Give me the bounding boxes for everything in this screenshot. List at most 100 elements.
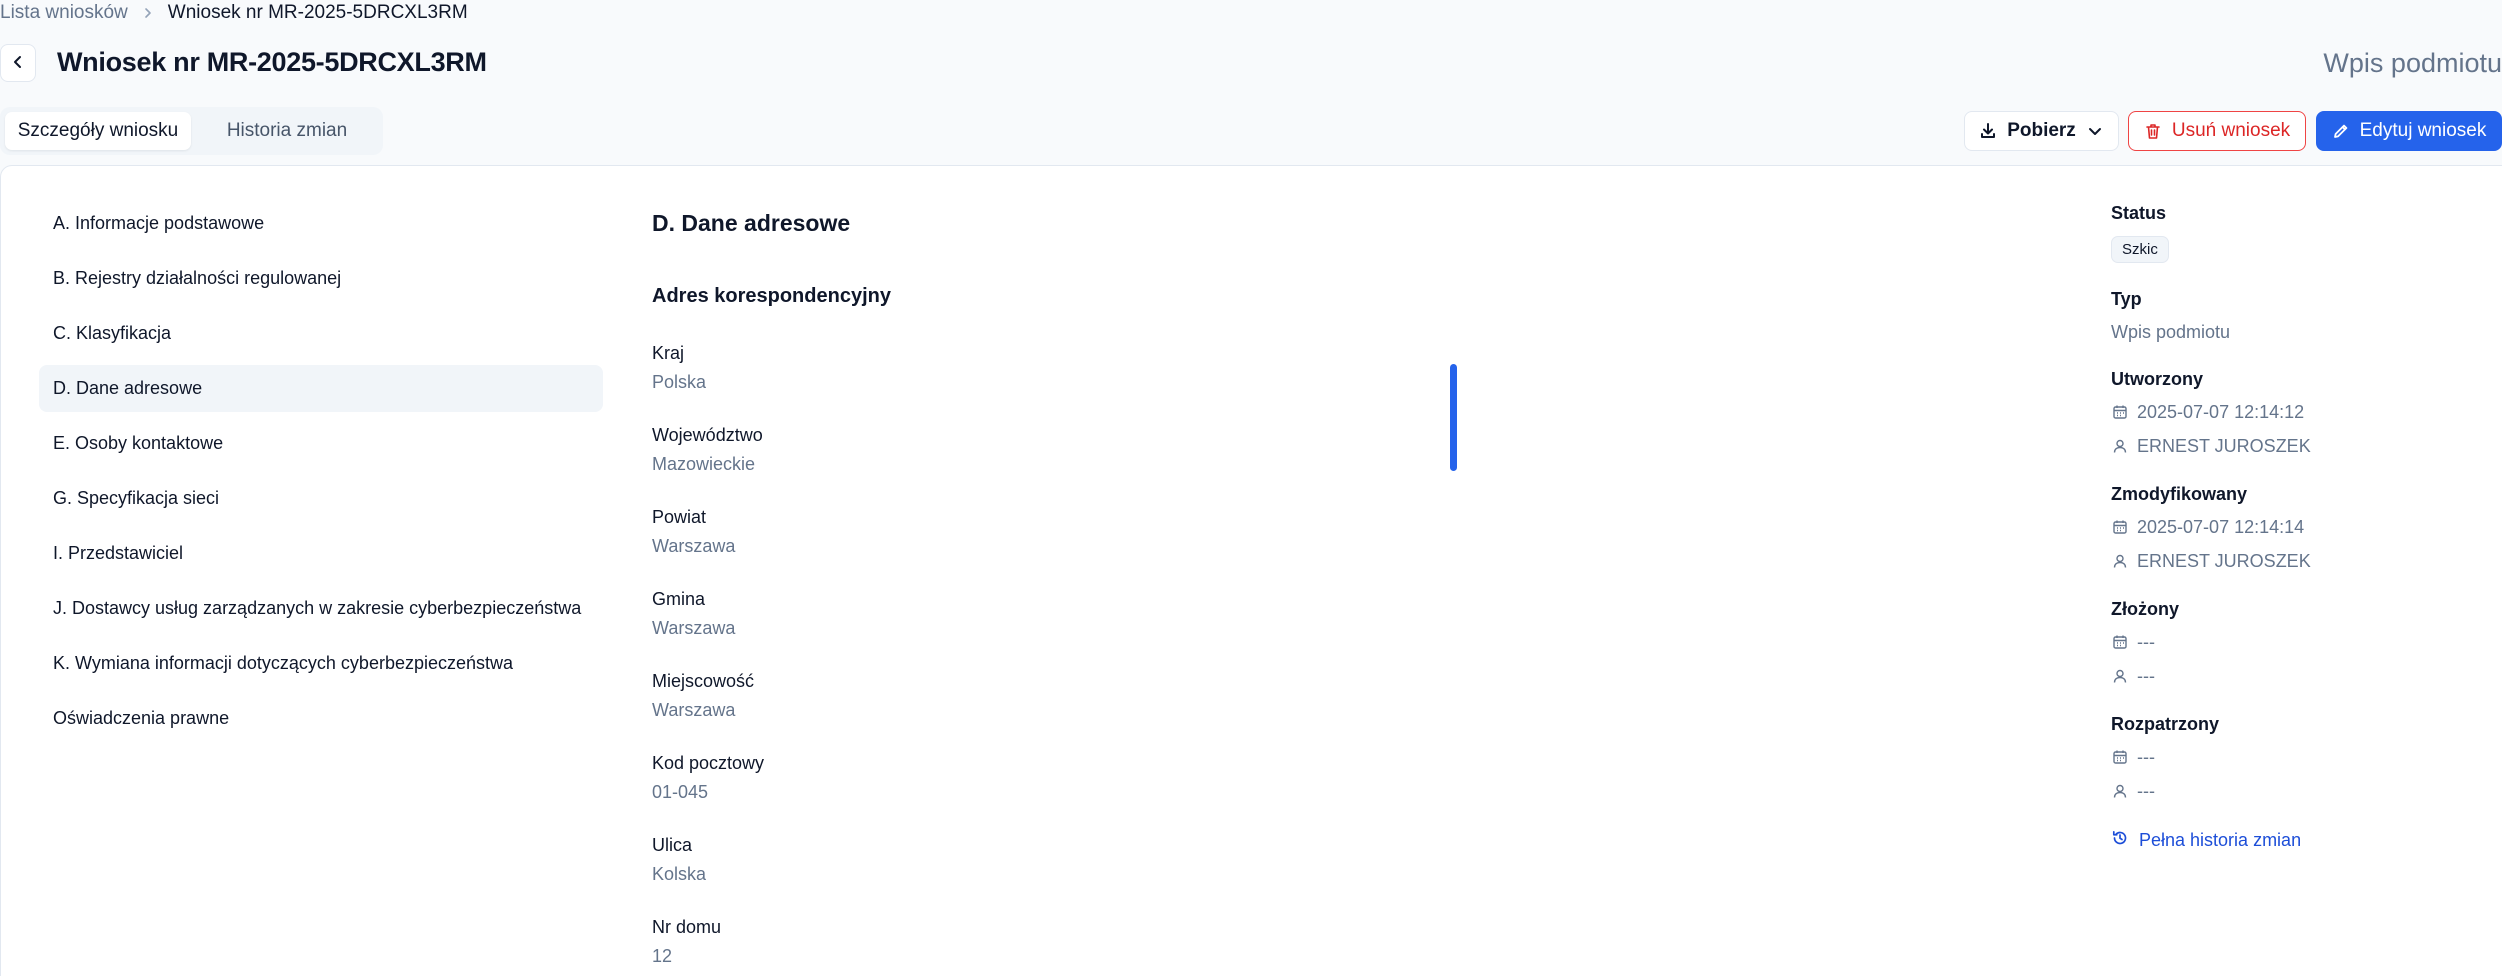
full-history-link[interactable]: Pełna historia zmian	[2111, 829, 2471, 852]
tab-history[interactable]: Historia zmian	[197, 112, 377, 150]
history-icon	[2111, 829, 2129, 852]
breadcrumb: Lista wniosków Wniosek nr MR-2025-5DRCXL…	[0, 0, 468, 26]
section-content: D. Dane adresowe Adres korespondencyjny …	[652, 210, 1452, 976]
reviewed-label: Rozpatrzony	[2111, 714, 2219, 734]
field-house-number: Nr domu 12	[652, 917, 1452, 976]
type-group: Typ Wpis podmiotu	[2111, 289, 2471, 343]
reviewed-user-row: ---	[2111, 779, 2471, 803]
modified-user-row: ERNEST JUROSZEK	[2111, 549, 2471, 573]
field-street: Ulica Kolska	[652, 835, 1452, 917]
reviewed-group: Rozpatrzony --- ---	[2111, 714, 2471, 803]
calendar-icon	[2111, 519, 2129, 535]
reviewed-date-row: ---	[2111, 745, 2471, 769]
field-city: Miejscowość Warszawa	[652, 671, 1452, 753]
back-button[interactable]	[0, 44, 36, 82]
breadcrumb-current: Wniosek nr MR-2025-5DRCXL3RM	[167, 2, 468, 23]
field-value: Mazowieckie	[652, 454, 756, 474]
section-nav-item-b[interactable]: B. Rejestry działalności regulowanej	[39, 255, 603, 302]
download-button-label: Pobierz	[2007, 120, 2076, 141]
field-label: Województwo	[652, 425, 763, 445]
reviewed-user: ---	[2137, 780, 2155, 801]
field-label: Ulica	[652, 835, 693, 855]
section-nav-item-d[interactable]: D. Dane adresowe	[39, 365, 603, 412]
status-label: Status	[2111, 203, 2167, 223]
modified-date: 2025-07-07 12:14:14	[2137, 516, 2305, 537]
calendar-icon	[2111, 749, 2129, 765]
section-title: D. Dane adresowe	[652, 210, 851, 236]
delete-application-button[interactable]: Usuń wniosek	[2128, 111, 2306, 151]
section-nav-item-i[interactable]: I. Przedstawiciel	[39, 530, 603, 577]
tab-details[interactable]: Szczegóły wniosku	[5, 112, 191, 150]
download-icon	[1979, 122, 1997, 140]
field-postal-code: Kod pocztowy 01-045	[652, 753, 1452, 835]
page-title: Wniosek nr MR-2025-5DRCXL3RM	[57, 47, 487, 77]
edit-application-button[interactable]: Edytuj wniosek	[2316, 111, 2502, 151]
section-nav: A. Informacje podstawowe B. Rejestry dzi…	[39, 200, 603, 750]
field-label: Kod pocztowy	[652, 753, 765, 773]
section-nav-item-a[interactable]: A. Informacje podstawowe	[39, 200, 603, 247]
page: Lista wniosków Wniosek nr MR-2025-5DRCXL…	[0, 0, 2502, 976]
modified-date-row: 2025-07-07 12:14:14	[2111, 515, 2471, 539]
created-label: Utworzony	[2111, 369, 2203, 389]
user-icon	[2111, 783, 2129, 799]
metadata-panel: Status Szkic Typ Wpis podmiotu Utworzony…	[2111, 203, 2471, 852]
field-value: 01-045	[652, 782, 709, 802]
created-user: ERNEST JUROSZEK	[2137, 435, 2311, 456]
created-date: 2025-07-07 12:14:12	[2137, 401, 2305, 422]
delete-button-label: Usuń wniosek	[2171, 120, 2291, 141]
submitted-user-row: ---	[2111, 664, 2471, 688]
field-label: Powiat	[652, 507, 707, 527]
user-icon	[2111, 438, 2129, 454]
user-icon	[2111, 553, 2129, 569]
section-nav-item-e[interactable]: E. Osoby kontaktowe	[39, 420, 603, 467]
created-group: Utworzony 2025-07-07 12:14:12 ERNEST JUR…	[2111, 369, 2471, 458]
edit-button-label: Edytuj wniosek	[2359, 120, 2487, 141]
field-label: Kraj	[652, 343, 685, 363]
submitted-user: ---	[2137, 665, 2155, 686]
section-nav-item-k[interactable]: K. Wymiana informacji dotyczących cyberb…	[39, 640, 603, 687]
calendar-icon	[2111, 404, 2129, 420]
breadcrumb-link-list[interactable]: Lista wniosków	[0, 2, 128, 24]
chevron-down-icon	[2086, 122, 2104, 140]
created-user-row: ERNEST JUROSZEK	[2111, 434, 2471, 458]
download-button[interactable]: Pobierz	[1964, 111, 2119, 151]
section-nav-item-g[interactable]: G. Specyfikacja sieci	[39, 475, 603, 522]
user-icon	[2111, 668, 2129, 684]
submitted-date: ---	[2137, 631, 2155, 652]
created-date-row: 2025-07-07 12:14:12	[2111, 400, 2471, 424]
submitted-date-row: ---	[2111, 630, 2471, 654]
status-group: Status Szkic	[2111, 203, 2471, 263]
type-label: Typ	[2111, 289, 2142, 309]
section-nav-item-c[interactable]: C. Klasyfikacja	[39, 310, 603, 357]
field-voivodeship: Województwo Mazowieckie	[652, 425, 1452, 507]
reviewed-date: ---	[2137, 746, 2155, 767]
address-fields: Kraj Polska Województwo Mazowieckie Powi…	[652, 343, 1452, 976]
field-label: Nr domu	[652, 917, 722, 937]
scrollbar-thumb[interactable]	[1450, 364, 1457, 471]
section-nav-item-j[interactable]: J. Dostawcy usług zarządzanych w zakresi…	[39, 585, 603, 632]
type-value: Wpis podmiotu	[2111, 322, 2231, 342]
pencil-icon	[2332, 122, 2350, 140]
field-value: Warszawa	[652, 536, 736, 556]
field-label: Miejscowość	[652, 671, 755, 691]
tab-list: Szczegóły wniosku Historia zmian	[0, 107, 383, 155]
field-value: 12	[652, 946, 673, 966]
field-label: Gmina	[652, 589, 706, 609]
field-value: Warszawa	[652, 618, 736, 638]
status-badge: Szkic	[2111, 236, 2169, 263]
trash-icon	[2144, 122, 2162, 140]
field-municipality: Gmina Warszawa	[652, 589, 1452, 671]
field-value: Polska	[652, 372, 707, 392]
submitted-group: Złożony --- ---	[2111, 599, 2471, 688]
subsection-title: Adres korespondencyjny	[652, 285, 891, 307]
section-nav-item-legal[interactable]: Oświadczenia prawne	[39, 695, 603, 742]
chevron-left-icon	[10, 54, 26, 73]
field-county: Powiat Warszawa	[652, 507, 1452, 589]
field-value: Warszawa	[652, 700, 736, 720]
modified-label: Zmodyfikowany	[2111, 484, 2248, 504]
chevron-right-icon	[142, 7, 154, 19]
modified-user: ERNEST JUROSZEK	[2137, 550, 2311, 571]
calendar-icon	[2111, 634, 2129, 650]
field-country: Kraj Polska	[652, 343, 1452, 425]
modified-group: Zmodyfikowany 2025-07-07 12:14:14 ERNEST…	[2111, 484, 2471, 573]
